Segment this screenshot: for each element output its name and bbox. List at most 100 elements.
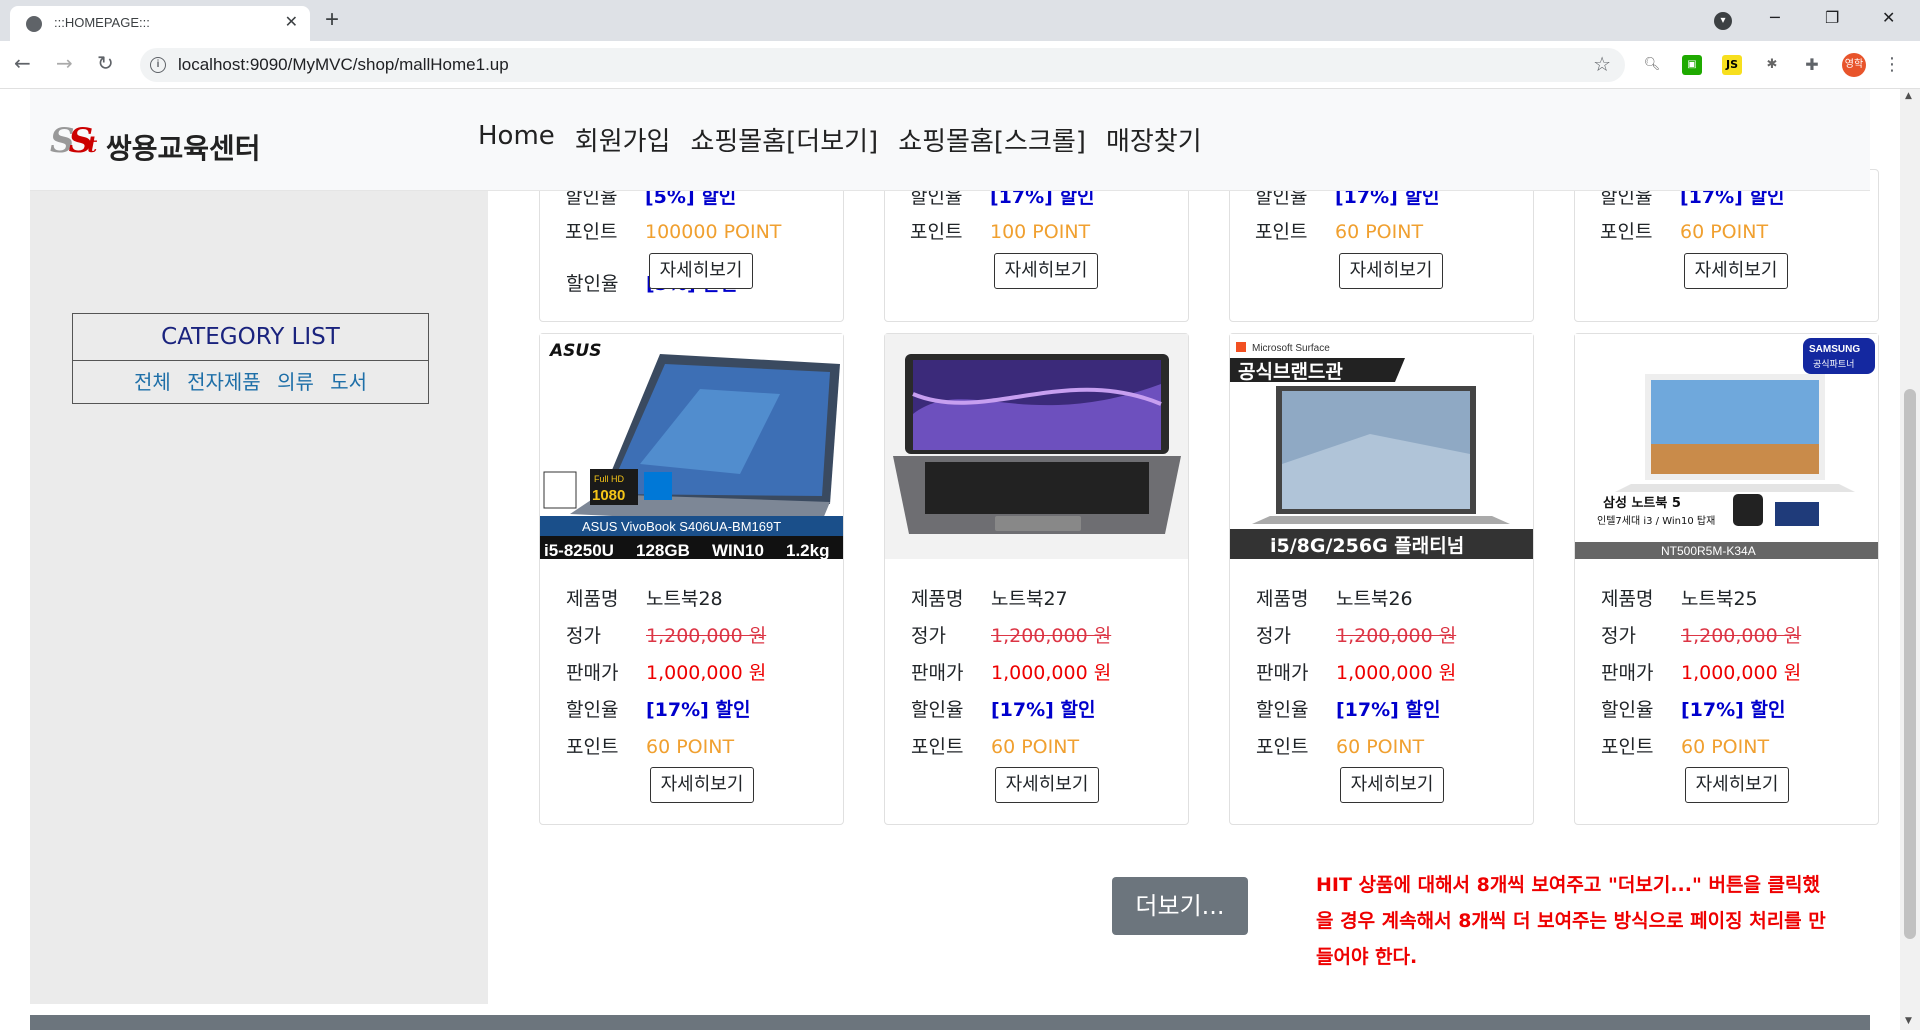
nav-home[interactable]: Home xyxy=(478,121,555,158)
browser-tab[interactable]: :::HOMEPAGE::: ✕ xyxy=(10,6,310,41)
logo-text: 쌍용교육센터 xyxy=(106,132,261,165)
site-info-icon[interactable]: i xyxy=(150,57,166,73)
price-label: 정가 xyxy=(566,625,601,647)
address-bar[interactable]: i localhost:9090/MyMVC/shop/mallHome1.up… xyxy=(140,48,1625,82)
bookmark-star-icon[interactable]: ☆ xyxy=(1593,52,1611,76)
discount-rate: [17%] 할인 xyxy=(1336,699,1441,721)
window-close-icon[interactable]: ✕ xyxy=(1882,8,1895,27)
tab-strip: :::HOMEPAGE::: ✕ + ▾ ─ ❐ ✕ xyxy=(0,0,1920,41)
page-scrollbar[interactable]: ▲ ▼ xyxy=(1900,89,1920,1030)
asus-spec-ssd: 128GB xyxy=(636,541,690,559)
rate-label: 할인율 xyxy=(566,699,619,721)
pagination-note: HIT 상품에 대해서 8개씩 보여주고 "더보기..." 버튼을 클릭했을 경… xyxy=(1316,874,1826,968)
category-list: CATEGORY LIST 전체 전자제품 의류 도서 xyxy=(72,313,429,404)
extension-search-icon[interactable]: 🔍︎ xyxy=(1642,55,1662,75)
extension-green-icon[interactable]: ▣ xyxy=(1682,55,1702,75)
price-label: 정가 xyxy=(1601,625,1636,647)
tab-search-icon[interactable]: ▾ xyxy=(1714,12,1732,30)
surface-banner-text: 공식브랜드관 xyxy=(1238,361,1343,383)
browser-menu-icon[interactable]: ⋮ xyxy=(1882,55,1902,75)
scrollbar-thumb[interactable] xyxy=(1904,389,1916,939)
sale-label: 판매가 xyxy=(1256,662,1309,684)
logo-mark: SSt xyxy=(50,121,98,161)
point-value: 100000 POINT xyxy=(645,221,782,243)
samsung-model-text: NT500R5M-K34A xyxy=(1661,544,1756,558)
extension-js-icon[interactable]: JS xyxy=(1722,55,1742,75)
new-tab-button[interactable]: + xyxy=(325,6,339,34)
product-card: Microsoft Surface 공식브랜드관 i5/8G/256G 플래티넘… xyxy=(1229,333,1534,825)
detail-button[interactable]: 자세히보기 xyxy=(1340,767,1444,803)
load-more-button[interactable]: 더보기... xyxy=(1112,877,1248,935)
discount-rate: [17%] 할인 xyxy=(991,699,1096,721)
point-label: 포인트 xyxy=(911,736,964,758)
point-label: 포인트 xyxy=(1256,736,1309,758)
url-text[interactable]: localhost:9090/MyMVC/shop/mallHome1.up xyxy=(178,55,509,75)
list-price: 1,200,000 원 xyxy=(991,625,1112,647)
maximize-icon[interactable]: ❐ xyxy=(1825,8,1839,27)
nav-mall-more[interactable]: 쇼핑몰홈[더보기] xyxy=(690,121,878,158)
discount-rate: [17%] 할인 xyxy=(1681,699,1786,721)
back-icon[interactable]: ← xyxy=(14,51,31,75)
category-books[interactable]: 도서 xyxy=(330,370,367,394)
rate-label: 할인율 xyxy=(911,699,964,721)
samsung-brand-text: SAMSUNG xyxy=(1809,344,1860,355)
samsung-partner-text: 공식파트너 xyxy=(1813,359,1854,370)
asus-brand-text: ASUS xyxy=(548,341,601,361)
detail-button[interactable]: 자세히보기 xyxy=(649,253,753,289)
rate-label: 할인율 xyxy=(1601,699,1654,721)
product-image-surface[interactable]: Microsoft Surface 공식브랜드관 i5/8G/256G 플래티넘 xyxy=(1230,334,1533,559)
product-image-asus[interactable]: ASUS ASUS VivoBook S406UA-BM169T i5-8250… xyxy=(540,334,843,559)
detail-button[interactable]: 자세히보기 xyxy=(650,767,754,803)
point-value: 60 POINT xyxy=(1336,736,1425,758)
rate-label: 할인율 xyxy=(566,273,619,295)
nav-mall-scroll[interactable]: 쇼핑몰홈[스크롤] xyxy=(898,121,1086,158)
point-label: 포인트 xyxy=(1600,221,1653,243)
detail-button[interactable]: 자세히보기 xyxy=(1339,253,1443,289)
close-tab-icon[interactable]: ✕ xyxy=(285,12,298,32)
minimize-icon[interactable]: ─ xyxy=(1770,8,1780,27)
category-items: 전체 전자제품 의류 도서 xyxy=(73,361,428,403)
detail-button[interactable]: 자세히보기 xyxy=(994,253,1098,289)
asus-spec-cpu: i5-8250U xyxy=(544,541,614,559)
sale-price: 1,000,000 원 xyxy=(646,662,767,684)
reload-icon[interactable]: ↻ xyxy=(97,51,114,75)
nav-register[interactable]: 회원가입 xyxy=(575,121,671,158)
list-price: 1,200,000 원 xyxy=(646,625,767,647)
asus-badge-fullhd: Full HD xyxy=(594,474,625,484)
site-header: SSt 쌍용교육센터 Home 회원가입 쇼핑몰홈[더보기] 쇼핑몰홈[스크롤]… xyxy=(30,89,1870,191)
point-label: 포인트 xyxy=(1255,221,1308,243)
category-clothing[interactable]: 의류 xyxy=(277,370,314,394)
scroll-up-icon[interactable]: ▲ xyxy=(1905,91,1912,101)
detail-button[interactable]: 자세히보기 xyxy=(1684,253,1788,289)
price-label: 정가 xyxy=(911,625,946,647)
page-viewport: CATEGORY LIST 전체 전자제품 의류 도서 할인율[5%] 할인 할… xyxy=(0,89,1900,1030)
main-nav: Home 회원가입 쇼핑몰홈[더보기] 쇼핑몰홈[스크롤] 매장찾기 xyxy=(478,121,1202,158)
sidebar: CATEGORY LIST 전체 전자제품 의류 도서 xyxy=(30,89,488,1004)
footer-bar xyxy=(30,1015,1870,1030)
detail-button[interactable]: 자세히보기 xyxy=(1685,767,1789,803)
sale-label: 판매가 xyxy=(911,662,964,684)
globe-icon xyxy=(26,16,42,32)
product-name: 노트북27 xyxy=(991,588,1068,610)
sale-price: 1,000,000 원 xyxy=(1336,662,1457,684)
point-label: 포인트 xyxy=(1601,736,1654,758)
forward-icon[interactable]: → xyxy=(56,51,73,75)
tab-title: :::HOMEPAGE::: xyxy=(54,15,150,30)
sale-price: 1,000,000 원 xyxy=(1681,662,1802,684)
product-name: 노트북25 xyxy=(1681,588,1758,610)
list-price: 1,200,000 원 xyxy=(1681,625,1802,647)
category-all[interactable]: 전체 xyxy=(134,370,171,394)
extension-bug-icon[interactable]: ✱ xyxy=(1762,55,1782,75)
asus-model-text: ASUS VivoBook S406UA-BM169T xyxy=(582,519,781,534)
product-image-macbook[interactable] xyxy=(885,334,1188,559)
samsung-title-text: 삼성 노트북 5 xyxy=(1603,495,1681,511)
point-value: 60 POINT xyxy=(1335,221,1424,243)
detail-button[interactable]: 자세히보기 xyxy=(995,767,1099,803)
scroll-down-icon[interactable]: ▼ xyxy=(1905,1016,1912,1026)
extensions-puzzle-icon[interactable]: ✚ xyxy=(1802,55,1822,75)
point-value: 60 POINT xyxy=(991,736,1080,758)
nav-store-finder[interactable]: 매장찾기 xyxy=(1106,121,1202,158)
category-electronics[interactable]: 전자제품 xyxy=(187,370,261,394)
profile-avatar[interactable]: 영학 xyxy=(1842,53,1866,77)
product-image-samsung[interactable]: SAMSUNG 공식파트너 삼성 노트북 5 인텔7세대 i3 / Win10 … xyxy=(1575,334,1878,559)
